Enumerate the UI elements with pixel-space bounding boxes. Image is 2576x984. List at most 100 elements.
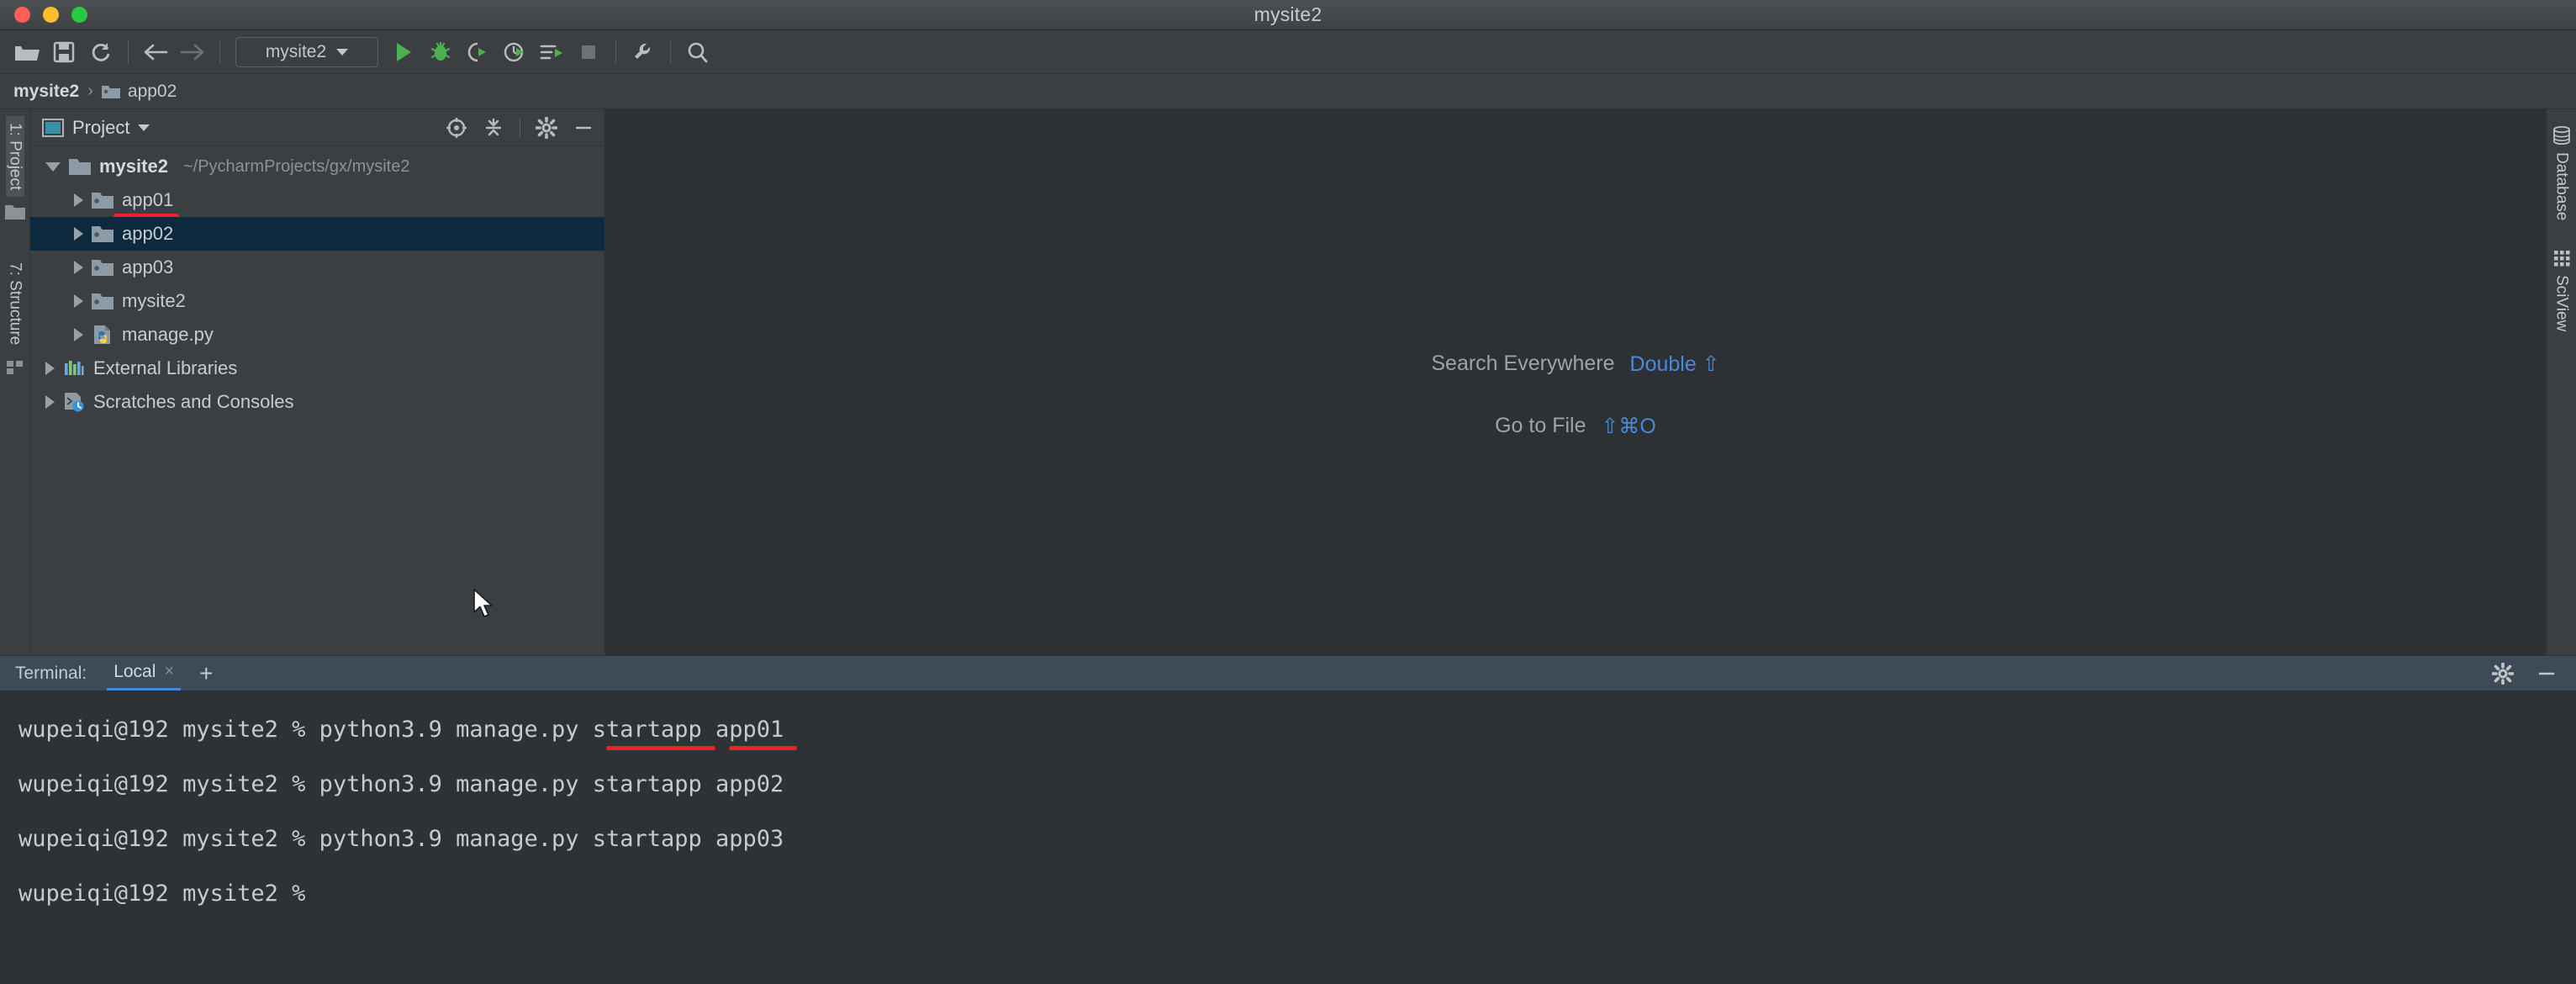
run-tests-icon[interactable] bbox=[533, 34, 570, 71]
gear-icon[interactable] bbox=[536, 117, 557, 139]
module-folder-icon bbox=[102, 84, 120, 99]
project-tree[interactable]: mysite2 ~/PycharmProjects/gx/mysite2 app01… bbox=[30, 146, 604, 655]
tree-item-label: app02 bbox=[122, 223, 173, 245]
hint-search-everywhere: Search Everywhere Double ⇧ bbox=[1431, 333, 1719, 395]
terminal-tab-local-label: Local bbox=[113, 662, 156, 682]
hint-go-to-file-shortcut: ⇧⌘O bbox=[1601, 414, 1655, 439]
terminal-label: Terminal: bbox=[15, 664, 87, 684]
tree-item-label: mysite2 bbox=[99, 156, 168, 177]
database-icon bbox=[2552, 126, 2571, 145]
chevron-right-icon[interactable] bbox=[45, 362, 55, 375]
run-configuration-selector[interactable]: mysite2 bbox=[235, 37, 378, 67]
terminal-tab-local[interactable]: Local × bbox=[107, 656, 181, 691]
tree-item-manage-py[interactable]: manage.py bbox=[30, 318, 604, 352]
terminal-controls bbox=[2492, 663, 2576, 685]
hint-search-everywhere-shortcut: Double ⇧ bbox=[1630, 352, 1720, 377]
run-configuration-label: mysite2 bbox=[266, 42, 326, 62]
chevron-down-icon[interactable] bbox=[45, 162, 61, 172]
chevron-right-icon[interactable] bbox=[74, 227, 83, 241]
run-with-coverage-icon[interactable] bbox=[459, 34, 496, 71]
tree-item-app02[interactable]: app02 bbox=[30, 217, 604, 251]
tree-item-scratches-and-consoles[interactable]: Scratches and Consoles bbox=[30, 385, 604, 419]
module-folder-icon bbox=[92, 293, 113, 310]
sidebar-item-sciview[interactable]: SciView bbox=[2552, 249, 2571, 331]
tree-item-app03[interactable]: app03 bbox=[30, 251, 604, 284]
tree-item-external-libraries[interactable]: External Libraries bbox=[30, 352, 604, 385]
toolbar-divider-2 bbox=[219, 40, 220, 64]
sidebar-item-sciview-label: SciView bbox=[2552, 275, 2571, 331]
module-folder-icon bbox=[92, 259, 113, 277]
minimize-icon[interactable] bbox=[573, 117, 594, 139]
terminal-line: wupeiqi@192 mysite2 % python3.9 manage.p… bbox=[18, 812, 2576, 866]
annotation-underline bbox=[729, 746, 797, 750]
hint-go-to-file-label: Go to File bbox=[1495, 414, 1586, 438]
annotation-underline bbox=[606, 746, 715, 750]
terminal-tab-bar: Terminal: Local × + bbox=[0, 655, 2576, 690]
terminal-line-text: wupeiqi@192 mysite2 % python3.9 manage.p… bbox=[18, 717, 784, 743]
sync-icon[interactable] bbox=[82, 34, 119, 71]
stop-icon[interactable] bbox=[570, 34, 607, 71]
tree-item-label: External Libraries bbox=[93, 357, 237, 379]
forward-icon[interactable] bbox=[174, 34, 211, 71]
search-icon[interactable] bbox=[679, 34, 716, 71]
main-toolbar: mysite2 bbox=[0, 30, 2576, 74]
terminal-gear-icon[interactable] bbox=[2492, 663, 2514, 685]
terminal-minimize-icon[interactable] bbox=[2536, 663, 2558, 685]
breadcrumb-root[interactable]: mysite2 bbox=[13, 82, 79, 102]
chevron-down-icon bbox=[336, 49, 348, 56]
breadcrumb-separator: › bbox=[87, 82, 93, 101]
chevron-right-icon[interactable] bbox=[74, 193, 83, 207]
sidebar-item-project[interactable]: 1: Project bbox=[6, 116, 24, 197]
editor-empty-area: Search Everywhere Double ⇧ Go to File ⇧⌘… bbox=[605, 109, 2546, 655]
module-folder-icon bbox=[92, 192, 113, 209]
add-terminal-tab-button[interactable]: + bbox=[199, 662, 213, 685]
tree-item-label: app03 bbox=[122, 257, 173, 278]
project-folder-icon bbox=[5, 204, 25, 220]
hint-search-everywhere-label: Search Everywhere bbox=[1431, 352, 1614, 376]
chevron-right-icon[interactable] bbox=[74, 261, 83, 274]
tree-item-mysite2[interactable]: mysite2 ~/PycharmProjects/gx/mysite2 bbox=[30, 150, 604, 183]
sidebar-item-database[interactable]: Database bbox=[2552, 126, 2571, 220]
tree-item-label: manage.py bbox=[122, 324, 214, 346]
chevron-right-icon[interactable] bbox=[74, 294, 83, 308]
terminal-output[interactable]: wupeiqi@192 mysite2 % python3.9 manage.p… bbox=[0, 690, 2576, 984]
window-title: mysite2 bbox=[0, 3, 2576, 26]
left-tool-rail: 1: Project 7: Structure bbox=[0, 109, 30, 655]
tree-item-mysite2[interactable]: mysite2 bbox=[30, 284, 604, 318]
terminal-line-text: wupeiqi@192 mysite2 % python3.9 manage.p… bbox=[18, 826, 784, 852]
module-folder-icon bbox=[92, 225, 113, 243]
debug-icon[interactable] bbox=[422, 34, 459, 71]
chevron-right-icon[interactable] bbox=[74, 328, 83, 341]
tree-item-path: ~/PycharmProjects/gx/mysite2 bbox=[183, 157, 410, 177]
terminal-line-text: wupeiqi@192 mysite2 % python3.9 manage.p… bbox=[18, 771, 784, 797]
chevron-right-icon[interactable] bbox=[45, 395, 55, 409]
structure-icon bbox=[6, 358, 24, 375]
tree-item-label: mysite2 bbox=[122, 290, 186, 312]
breadcrumb-item-app02[interactable]: app02 bbox=[102, 82, 177, 102]
folder-icon bbox=[69, 158, 91, 176]
run-icon[interactable] bbox=[385, 34, 422, 71]
terminal-tool-window: Terminal: Local × + wupeiqi@192 mysite2 … bbox=[0, 655, 2576, 984]
project-panel-title: Project bbox=[72, 117, 129, 139]
pycharm-window: mysite2 mysite2 bbox=[0, 0, 2576, 984]
tree-item-app01[interactable]: app01 bbox=[30, 183, 604, 217]
terminal-line-text: wupeiqi@192 mysite2 % bbox=[18, 881, 319, 907]
open-folder-icon[interactable] bbox=[8, 34, 45, 71]
profile-icon[interactable] bbox=[496, 34, 533, 71]
project-panel-header: Project bbox=[30, 109, 604, 146]
settings-icon[interactable] bbox=[625, 34, 662, 71]
mouse-cursor bbox=[472, 589, 498, 622]
terminal-line: wupeiqi@192 mysite2 % python3.9 manage.p… bbox=[18, 702, 2576, 757]
terminal-line: wupeiqi@192 mysite2 % bbox=[18, 866, 2576, 921]
project-window-icon bbox=[42, 119, 64, 137]
project-panel-chevron-down-icon[interactable] bbox=[138, 124, 150, 131]
tree-item-label: app01 bbox=[122, 189, 173, 211]
collapse-all-icon[interactable] bbox=[483, 117, 504, 139]
sidebar-item-structure[interactable]: 7: Structure bbox=[6, 256, 24, 352]
save-all-icon[interactable] bbox=[45, 34, 82, 71]
close-icon[interactable]: × bbox=[164, 662, 174, 681]
back-icon[interactable] bbox=[137, 34, 174, 71]
python-file-icon bbox=[92, 325, 113, 345]
toolbar-divider-1 bbox=[128, 40, 129, 64]
locate-icon[interactable] bbox=[446, 117, 467, 139]
